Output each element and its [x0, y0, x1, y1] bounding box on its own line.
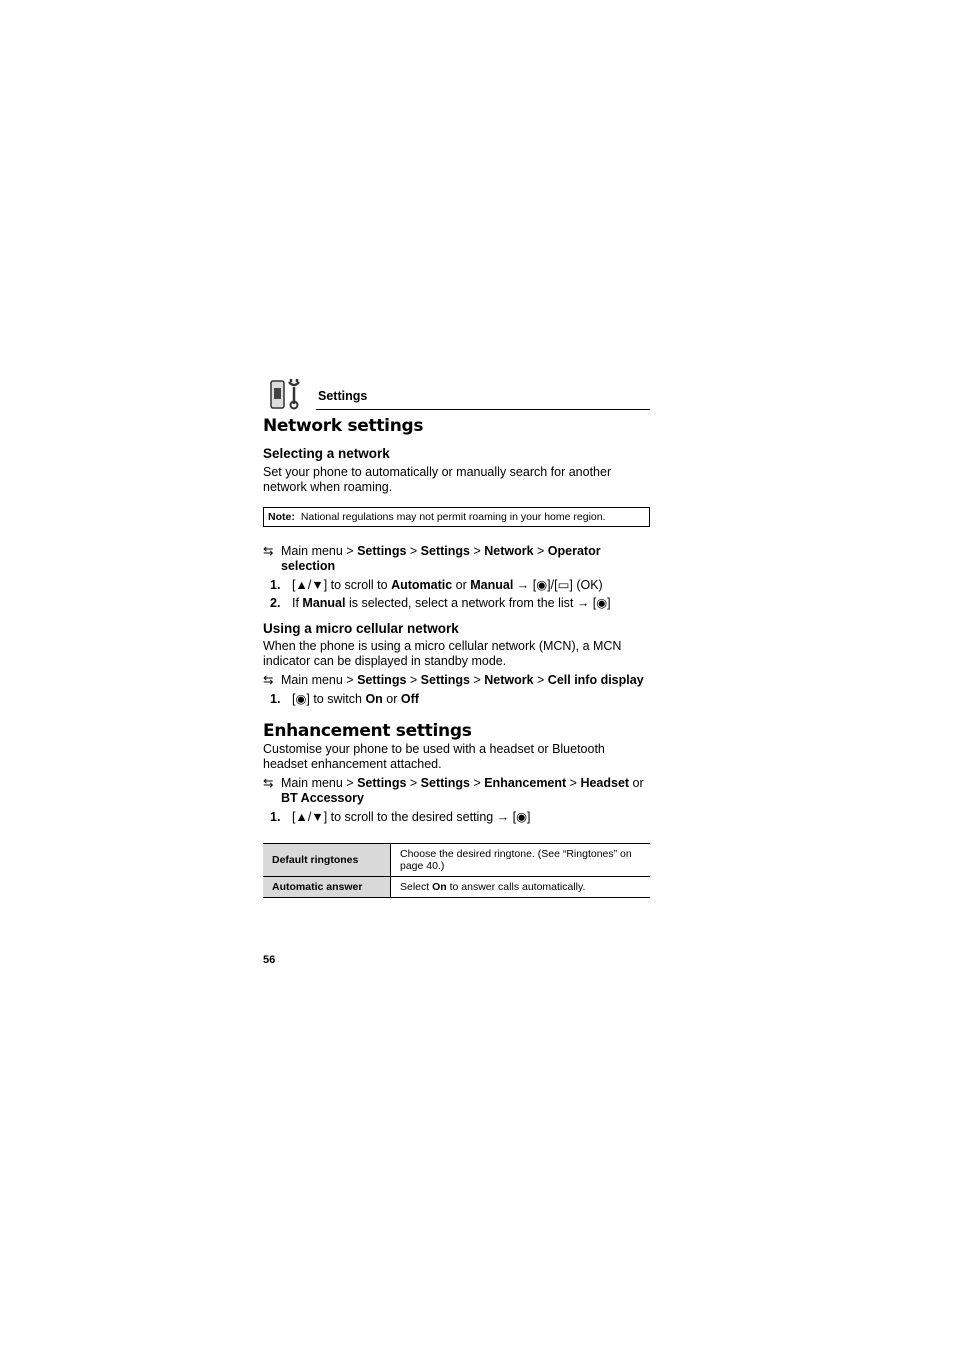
menu-path-enhancement: ⇆ Main menu > Settings > Settings > Enhan… [263, 776, 644, 805]
page-header: Settings [263, 378, 650, 411]
step-item: 1. [▲/▼] to scroll to the desired setting… [270, 810, 531, 824]
section-title-network: Network settings [263, 416, 424, 436]
selecting-body: Set your phone to automatically or manua… [263, 465, 612, 494]
page-number: 56 [263, 954, 276, 966]
step-item: 1. [▲/▼] to scroll to Automatic or Manual… [270, 578, 603, 592]
table-value: Choose the desired ringtone. (See “Ringt… [390, 843, 650, 877]
menu-navigation-icon: ⇆ [263, 544, 274, 558]
steps-operator: 1. [▲/▼] to scroll to Automatic or Manual… [263, 576, 650, 612]
menu-path-cellinfo: ⇆ Main menu > Settings > Settings > Netwo… [263, 673, 644, 687]
menu-navigation-icon: ⇆ [263, 776, 274, 790]
step-item: 2. If Manual is selected, select a networ… [270, 596, 611, 610]
table-row: Automatic answer Select On to answer cal… [263, 876, 650, 898]
table-row: Default ringtones Choose the desired rin… [263, 843, 650, 877]
step-item: 1. [◉] to switch On or Off [270, 692, 419, 706]
header-title: Settings [318, 389, 368, 403]
subsection-title-micro: Using a micro cellular network [263, 621, 459, 636]
note-text: National regulations may not permit roam… [300, 511, 606, 523]
subsection-title-selecting: Selecting a network [263, 446, 390, 461]
menu-navigation-icon: ⇆ [263, 673, 274, 687]
steps-cellinfo: 1. [◉] to switch On or Off [263, 690, 650, 708]
steps-enhancement: 1. [▲/▼] to scroll to the desired setting… [263, 808, 650, 826]
note-label: Note: [268, 511, 295, 523]
enhancement-table: Default ringtones Choose the desired rin… [263, 843, 650, 898]
table-value: Select On to answer calls automatically. [390, 876, 650, 898]
header-rule [316, 409, 650, 410]
menu-path-operator: ⇆ Main menu > Settings > Settings > Netwo… [263, 544, 601, 573]
section-title-enhancement: Enhancement settings [263, 721, 472, 741]
note-box: Note: National regulations may not permit… [263, 507, 650, 527]
table-key: Default ringtones [263, 843, 391, 877]
settings-phone-wrench-icon [270, 379, 300, 410]
manual-page: Settings Network settings Selecting a ne… [263, 378, 650, 898]
enhancement-body: Customise your phone to be used with a h… [263, 742, 605, 771]
table-key: Automatic answer [263, 876, 391, 898]
micro-body: When the phone is using a micro cellular… [263, 639, 622, 668]
